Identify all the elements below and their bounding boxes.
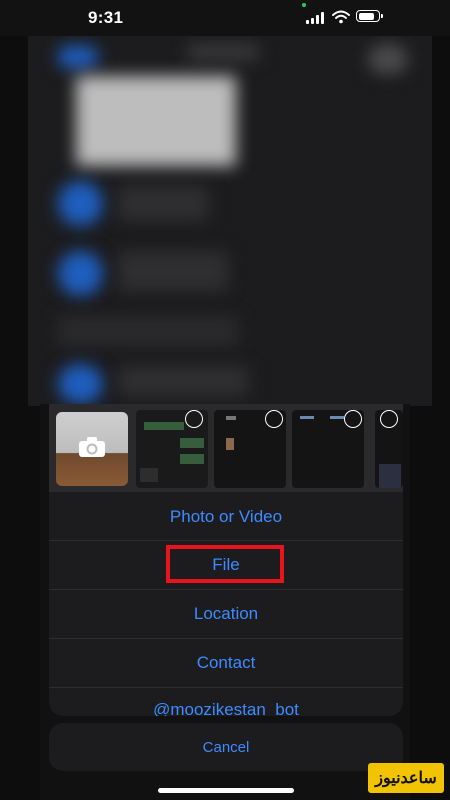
camera-tile[interactable] <box>56 412 128 486</box>
file-highlight-box <box>166 545 284 583</box>
menu-item-location[interactable]: Location <box>49 589 403 638</box>
select-circle[interactable] <box>185 410 203 428</box>
status-bar: 9:31 <box>0 0 450 36</box>
cancel-button[interactable]: Cancel <box>49 723 403 771</box>
select-circle[interactable] <box>265 410 283 428</box>
menu-item-photo-or-video[interactable]: Photo or Video <box>49 492 403 541</box>
menu-item-contact[interactable]: Contact <box>49 638 403 687</box>
privacy-indicator-dot <box>302 3 306 7</box>
attachment-menu: Photo or Video File Location Contact @mo… <box>49 492 403 716</box>
photo-thumbnail-strip[interactable] <box>49 404 403 492</box>
home-indicator <box>158 788 294 793</box>
blurred-chat-background <box>28 36 432 406</box>
battery-icon <box>356 10 383 22</box>
watermark-logo: ساعدنیوز <box>368 763 444 793</box>
camera-icon <box>79 437 105 457</box>
wifi-icon <box>332 10 350 24</box>
signal-icon <box>306 12 326 24</box>
status-time: 9:31 <box>88 8 124 27</box>
menu-item-bot[interactable]: @moozikestan_bot <box>49 687 403 716</box>
select-circle[interactable] <box>344 410 362 428</box>
select-circle[interactable] <box>380 410 398 428</box>
battery-level <box>358 12 374 20</box>
